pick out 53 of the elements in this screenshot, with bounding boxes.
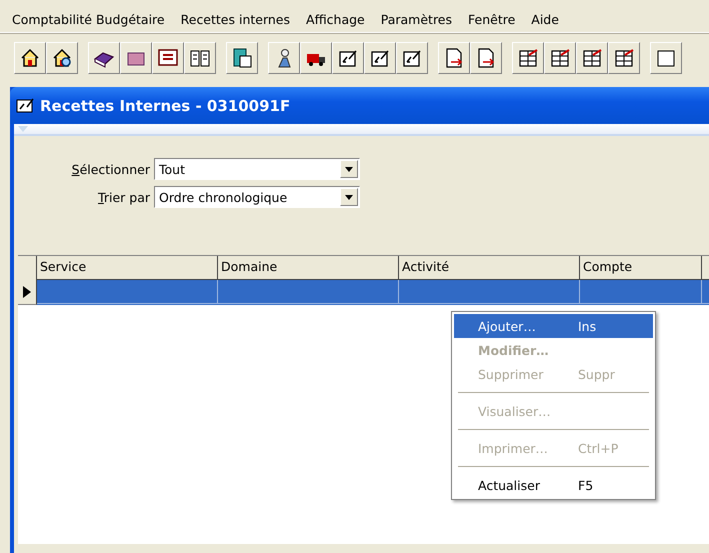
home-search-icon [51,47,73,69]
home-icon [19,47,41,69]
toolbar-button[interactable] [14,42,46,74]
dropdown-arrow-icon[interactable] [345,194,353,200]
toolbar-button[interactable] [332,42,364,74]
toolbar-button[interactable] [300,42,332,74]
toolbar-button[interactable] [152,42,184,74]
table-row[interactable] [18,280,709,305]
toolbar-button[interactable] [650,42,682,74]
toolbar-button[interactable] [512,42,544,74]
context-menu-item[interactable]: Ajouter… Ins [454,314,653,338]
toolbar-button[interactable] [184,42,216,74]
current-row-icon [23,286,31,298]
toolbar-button[interactable] [364,42,396,74]
window-title: Recettes Internes - 0310091F [40,96,290,114]
menu-item[interactable]: Paramètres [372,10,460,32]
filter-label: Sélectionner [72,162,150,176]
context-menu-item: Modifier… [477,342,550,360]
toolbar-button[interactable] [576,42,608,74]
toolbar-button[interactable] [470,42,502,74]
toolbar-button[interactable] [88,42,120,74]
column-header[interactable]: Activité [399,256,580,280]
table-edit-icon [517,47,539,69]
toolbar-button[interactable] [608,42,640,74]
dropdown-field[interactable]: Ordre chronologique [154,186,360,208]
toolbar-button[interactable] [396,42,428,74]
dropdown-field[interactable]: Tout [154,158,360,180]
context-menu-item: Supprimer Suppr [477,366,616,384]
table-edit-icon [581,47,603,69]
toolbar-button[interactable] [120,42,152,74]
menu-item[interactable]: Aide [523,10,567,32]
column-header[interactable]: Compte [580,256,702,280]
menu-item[interactable]: Affichage [298,10,373,32]
table-edit-icon [549,47,571,69]
menu-item[interactable]: Fenêtre [460,10,524,32]
column-header[interactable]: Service [37,256,218,280]
menu-item[interactable]: Comptabilité Budgétaire [4,10,173,32]
calculator-icon [231,47,253,69]
toolbar-button[interactable] [438,42,470,74]
toolbar-button[interactable] [226,42,258,74]
context-menu-item: Imprimer… Ctrl+P [477,440,620,458]
text-frame-icon [157,47,179,69]
document-icon [16,98,34,114]
toolbar-button[interactable] [268,42,300,74]
toolbar-button[interactable] [46,42,78,74]
column-header[interactable]: Domaine [218,256,399,280]
filter-label: Trier par [98,190,150,204]
table-edit-icon [613,47,635,69]
context-menu-item: Visualiser… [477,402,552,420]
context-menu-item[interactable]: Actualiser F5 [454,473,653,497]
menu-item[interactable]: Recettes internes [172,10,298,32]
toolbar-button[interactable] [544,42,576,74]
dropdown-arrow-icon[interactable] [345,166,353,172]
